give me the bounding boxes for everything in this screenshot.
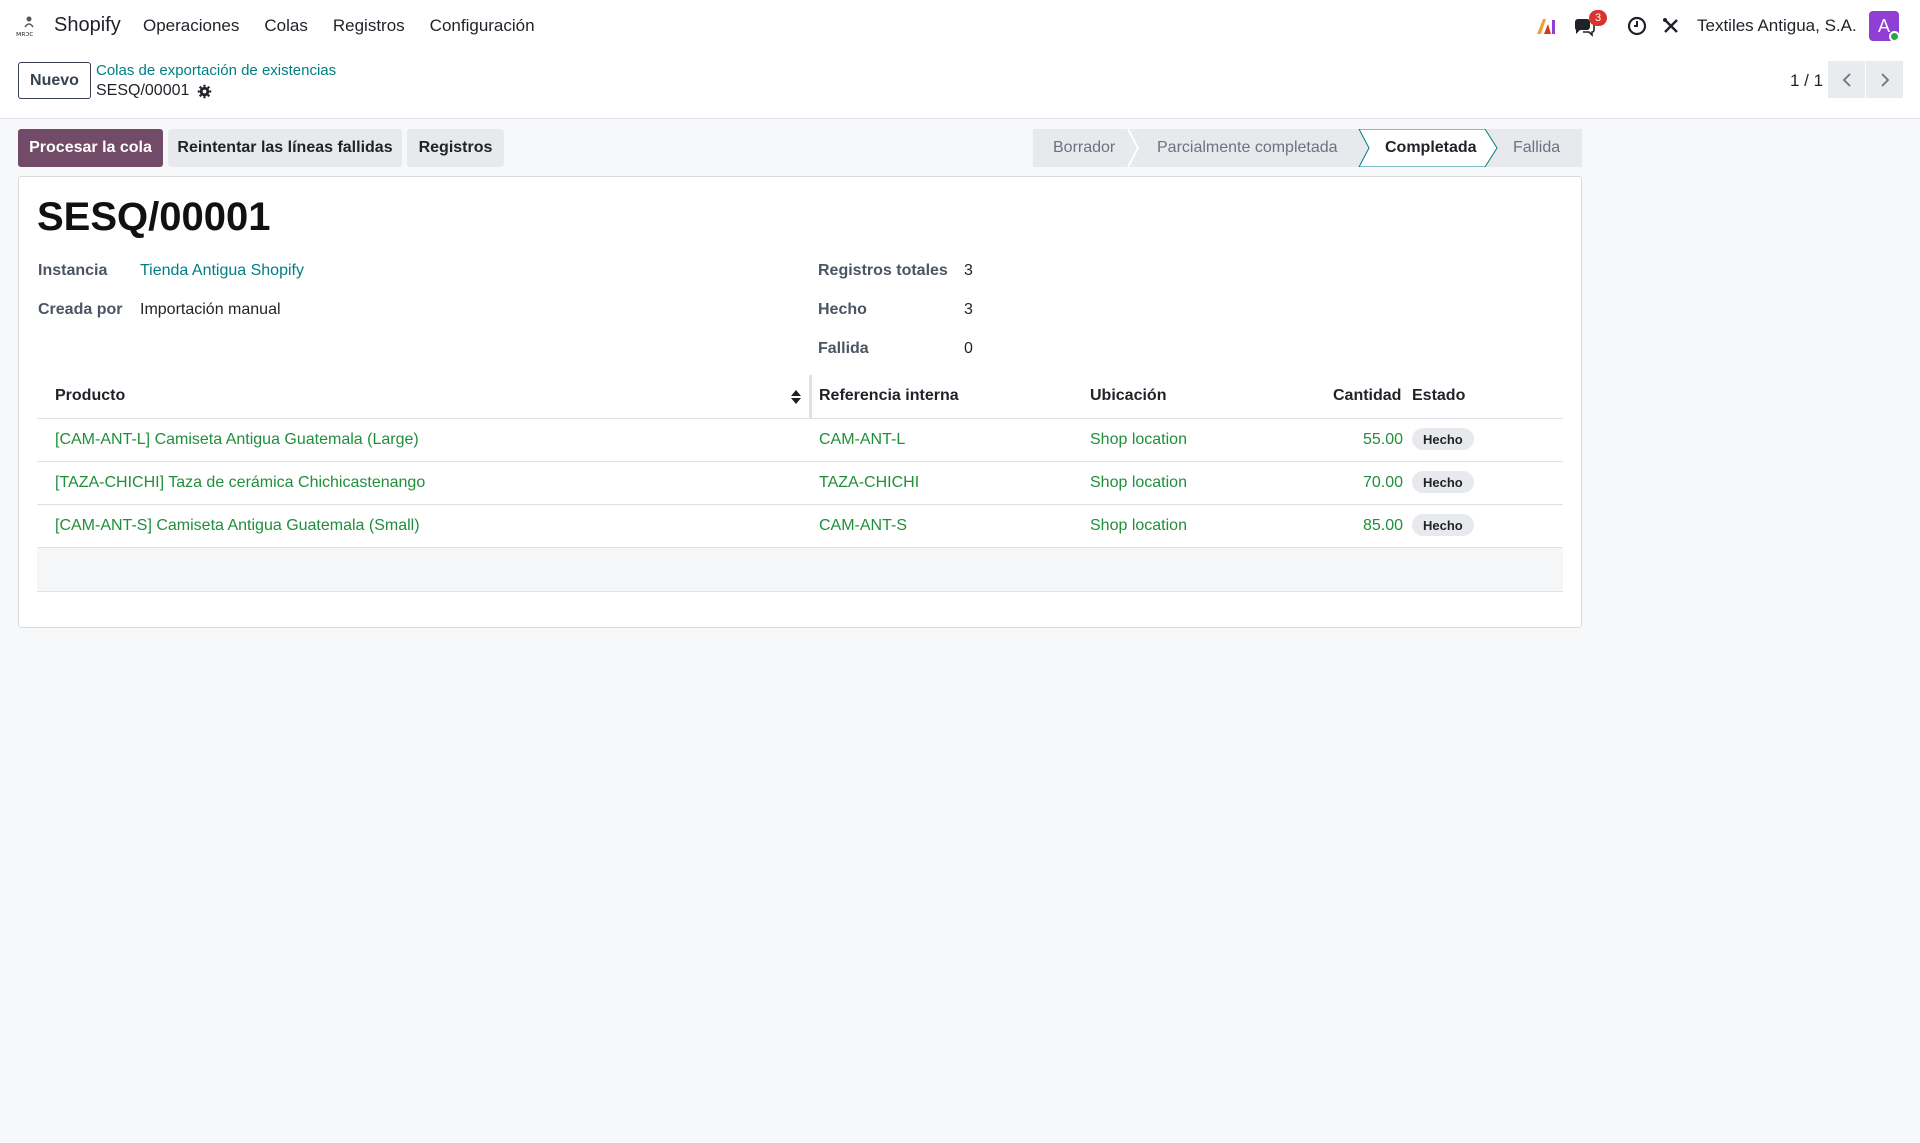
status-badge: Hecho: [1412, 514, 1474, 536]
control-panel: Nuevo Colas de exportación de existencia…: [0, 52, 1920, 119]
sort-icon[interactable]: [790, 389, 802, 405]
location-cell[interactable]: Shop location: [1090, 431, 1187, 449]
chevron-left-icon: [1842, 72, 1851, 87]
quantity-cell[interactable]: 55.00: [1283, 431, 1403, 449]
total-records-value: 3: [964, 262, 973, 279]
breadcrumb-parent-link[interactable]: Colas de exportación de existencias: [96, 62, 336, 79]
activity-clock-icon[interactable]: [1625, 14, 1649, 38]
debug-tools-icon[interactable]: [1659, 14, 1683, 38]
company-switcher[interactable]: Textiles Antigua, S.A.: [1697, 16, 1857, 36]
total-records-label: Registros totales: [818, 262, 948, 279]
main-menu: Operaciones Colas Registros Configuració…: [143, 16, 560, 36]
failed-value: 0: [964, 340, 973, 357]
column-header-producto[interactable]: Producto: [55, 387, 125, 405]
stage-fallida[interactable]: Fallida: [1513, 129, 1560, 167]
product-cell[interactable]: [TAZA-CHICHI] Taza de cerámica Chichicas…: [55, 474, 425, 492]
instance-link[interactable]: Tienda Antigua Shopify: [140, 262, 304, 280]
process-queue-button[interactable]: Procesar la cola: [18, 129, 163, 167]
online-status-dot: [1889, 31, 1900, 42]
logs-button[interactable]: Registros: [407, 129, 504, 167]
top-navbar: ᴍʀɔᴄ Shopify Operaciones Colas Registros…: [0, 0, 1920, 52]
menu-registros[interactable]: Registros: [333, 16, 405, 36]
done-value: 3: [964, 301, 973, 318]
column-header-referencia[interactable]: Referencia interna: [819, 387, 959, 405]
table-row[interactable]: [CAM-ANT-L] Camiseta Antigua Guatemala (…: [37, 419, 1563, 462]
menu-operaciones[interactable]: Operaciones: [143, 16, 239, 36]
stage-completada[interactable]: Completada: [1385, 129, 1477, 167]
status-bar: Borrador Parcialmente completada Complet…: [1033, 129, 1582, 167]
retry-failed-lines-button[interactable]: Reintentar las líneas fallidas: [168, 129, 402, 167]
product-cell[interactable]: [CAM-ANT-L] Camiseta Antigua Guatemala (…: [55, 431, 419, 449]
gear-icon[interactable]: [197, 84, 212, 99]
product-cell[interactable]: [CAM-ANT-S] Camiseta Antigua Guatemala (…: [55, 517, 420, 535]
app-home-icon[interactable]: ᴍʀɔᴄ: [14, 14, 44, 38]
failed-label: Fallida: [818, 340, 869, 357]
column-header-ubicacion[interactable]: Ubicación: [1090, 387, 1166, 405]
app-name[interactable]: Shopify: [54, 14, 121, 37]
stage-borrador[interactable]: Borrador: [1053, 129, 1115, 167]
quantity-cell[interactable]: 85.00: [1283, 517, 1403, 535]
created-by-label: Creada por: [38, 301, 123, 318]
reference-cell[interactable]: CAM-ANT-S: [819, 517, 907, 535]
status-badge: Hecho: [1412, 428, 1474, 450]
table-row[interactable]: [TAZA-CHICHI] Taza de cerámica Chichicas…: [37, 462, 1563, 505]
empty-table-row: [37, 548, 1563, 592]
column-header-estado[interactable]: Estado: [1412, 387, 1465, 405]
status-badge: Hecho: [1412, 471, 1474, 493]
pager-previous-button[interactable]: [1828, 61, 1865, 98]
column-resize-handle[interactable]: [809, 375, 812, 419]
record-title: SESQ/00001: [37, 195, 271, 239]
instance-label: Instancia: [38, 262, 108, 279]
done-label: Hecho: [818, 301, 867, 318]
form-sheet: SESQ/00001 Instancia Tienda Antigua Shop…: [18, 176, 1582, 628]
reference-cell[interactable]: TAZA-CHICHI: [819, 474, 919, 492]
quantity-cell[interactable]: 70.00: [1283, 474, 1403, 492]
table-row[interactable]: [CAM-ANT-S] Camiseta Antigua Guatemala (…: [37, 505, 1563, 548]
created-by-value: Importación manual: [140, 301, 281, 318]
menu-colas[interactable]: Colas: [264, 16, 307, 36]
pager-next-button[interactable]: [1866, 61, 1903, 98]
pager-value[interactable]: 1 / 1: [1790, 71, 1823, 91]
messages-count-badge: 3: [1589, 10, 1608, 26]
location-cell[interactable]: Shop location: [1090, 517, 1187, 535]
svg-text:ᴍʀɔᴄ: ᴍʀɔᴄ: [16, 30, 33, 38]
stage-parcialmente-completada[interactable]: Parcialmente completada: [1157, 129, 1338, 167]
menu-configuracion[interactable]: Configuración: [430, 16, 535, 36]
chevron-right-icon: [1880, 72, 1889, 87]
breadcrumb-current-label: SESQ/00001: [96, 82, 190, 99]
ai-assistant-icon[interactable]: [1534, 14, 1558, 38]
reference-cell[interactable]: CAM-ANT-L: [819, 431, 905, 449]
breadcrumb-current: SESQ/00001: [96, 82, 212, 100]
location-cell[interactable]: Shop location: [1090, 474, 1187, 492]
new-button[interactable]: Nuevo: [18, 62, 91, 99]
column-header-cantidad[interactable]: Cantidad: [1333, 387, 1401, 405]
